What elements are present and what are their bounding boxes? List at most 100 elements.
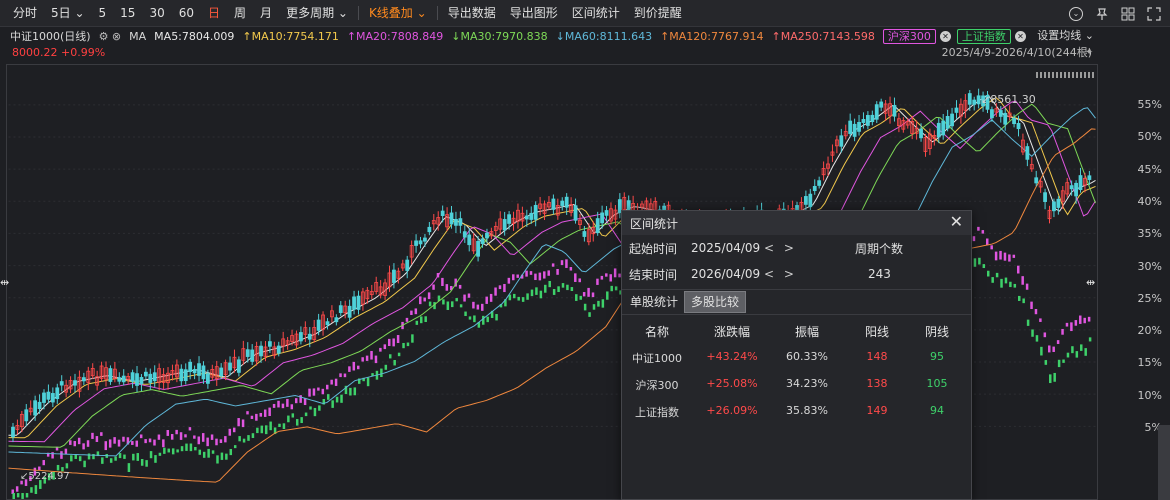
expand-icon[interactable]: [1146, 6, 1162, 22]
period-tab-1[interactable]: 5日 ⌄: [44, 0, 92, 27]
header-up: 阳线: [864, 325, 889, 339]
overlay-bar-hs300: [529, 271, 533, 275]
overlay-bar-sh: [521, 297, 525, 302]
overlay-bar-sh: [446, 301, 450, 310]
left-drag-handle-icon[interactable]: ⇹: [0, 276, 9, 289]
remove-overlay-icon[interactable]: ✕: [939, 30, 951, 42]
overlay-bar-hs300: [348, 366, 351, 372]
candle: [197, 363, 201, 376]
overlay-bar-sh: [1066, 352, 1070, 358]
overlay-bar-sh: [973, 258, 977, 267]
overlay-bar-hs300: [990, 245, 993, 250]
period-tab-6[interactable]: 日: [201, 0, 227, 27]
overlay-bar-hs300: [370, 350, 373, 360]
overlay-bar-sh: [207, 448, 210, 458]
overlay-bar-hs300: [613, 268, 617, 278]
overlay-bar-sh: [269, 421, 272, 431]
overlay-bar-hs300: [578, 278, 581, 283]
overlay-bar-hs300: [379, 347, 382, 352]
overlay-bar-hs300: [994, 251, 998, 261]
period-tab-11[interactable]: 导出数据: [441, 0, 503, 27]
period-tab-3[interactable]: 15: [113, 0, 142, 27]
remove-overlay-icon[interactable]: ✕: [1014, 30, 1026, 42]
scrollbar[interactable]: [1158, 425, 1170, 500]
period-tab-14[interactable]: 到价提醒: [627, 0, 689, 27]
overlay-bar-hs300: [600, 275, 604, 280]
candle: [183, 369, 188, 381]
period-tab-4[interactable]: 30: [142, 0, 171, 27]
toolbar-icons: ⌄: [1068, 0, 1162, 27]
period-tab-0[interactable]: 分时: [6, 0, 44, 27]
overlay-bar-hs300: [64, 448, 68, 455]
overlay-bar-sh: [1057, 359, 1061, 368]
pin-icon[interactable]: [1094, 6, 1110, 22]
overlay-tag[interactable]: 上证指数: [956, 28, 1011, 44]
settings-gear-icon[interactable]: ⚙ ⊗: [99, 30, 122, 43]
candle: [325, 321, 330, 326]
overlay-bar-sh: [198, 449, 202, 455]
period-tab-7[interactable]: 周: [227, 0, 253, 27]
candle: [595, 218, 600, 234]
chevron-down-circle-icon[interactable]: ⌄: [1068, 6, 1084, 22]
table-row[interactable]: 上证指数 +26.09% 35.83% 149 94: [622, 398, 971, 425]
overlay-bar-hs300: [396, 335, 400, 344]
table-row[interactable]: 沪深300 +25.08% 34.23% 138 105: [622, 371, 971, 398]
grid-icon[interactable]: [1120, 6, 1136, 22]
pin-small-icon[interactable]: ✦: [1085, 47, 1093, 58]
candle: [551, 198, 556, 210]
toolbar-divider: [436, 6, 438, 20]
start-time-arrows[interactable]: < >: [764, 241, 797, 255]
right-drag-handle-icon[interactable]: ⇹: [1086, 276, 1095, 289]
row-amplitude: 34.23%: [786, 377, 828, 390]
candle: [1074, 182, 1078, 197]
tab-multi-stock[interactable]: 多股比较: [684, 291, 747, 313]
overlay-bar-sh: [1013, 283, 1017, 288]
scroll-indicator[interactable]: [1036, 72, 1096, 78]
ma-value: ↓MA60:8111.643: [555, 29, 653, 43]
end-time-value[interactable]: 2026/04/09: [691, 267, 760, 281]
set-ma-button[interactable]: 设置均线 ⌄: [1037, 27, 1094, 45]
overlay-bar-hs300: [135, 440, 139, 447]
period-tab-5[interactable]: 60: [172, 0, 201, 27]
candle: [179, 368, 184, 382]
candle: [467, 234, 472, 246]
tab-single-stock[interactable]: 单股统计: [624, 292, 684, 312]
overlay-bar-sh: [326, 394, 330, 400]
overlay-bar-sh: [459, 304, 463, 308]
overlay-bar-sh: [415, 320, 419, 325]
candle: [55, 387, 60, 400]
end-time-arrows[interactable]: < >: [764, 267, 797, 281]
start-time-value[interactable]: 2025/04/09: [691, 241, 760, 255]
index-name: 中证1000(日线): [10, 30, 91, 43]
period-tab-9[interactable]: 更多周期 ⌄: [279, 0, 355, 27]
overlay-tag[interactable]: 沪深300: [882, 28, 936, 44]
candle: [462, 231, 467, 238]
overlay-bar-hs300: [467, 293, 471, 298]
period-tab-12[interactable]: 导出图形: [503, 0, 565, 27]
table-row[interactable]: 中证1000 +43.24% 60.33% 148 95: [622, 344, 971, 371]
period-tab-10[interactable]: K线叠加 ⌄: [362, 0, 434, 27]
overlay-bar-hs300: [485, 296, 488, 304]
overlay-bar-hs300: [232, 427, 236, 433]
overlay-bar-sh: [1035, 335, 1039, 342]
period-count-value: 243: [868, 267, 891, 281]
row-change: +43.24%: [706, 350, 758, 363]
axis-tick-label: 50%: [1137, 130, 1162, 144]
candle: [954, 107, 959, 113]
close-icon[interactable]: ✕: [950, 214, 963, 230]
candle: [338, 305, 343, 313]
overlay-bar-hs300: [365, 355, 369, 361]
ma-label: MA: [129, 29, 147, 43]
overlay-bar-hs300: [281, 403, 285, 409]
overlay-bar-sh: [65, 463, 69, 469]
overlay-bar-sh: [225, 453, 228, 460]
overlay-bar-sh: [318, 405, 321, 411]
period-tab-13[interactable]: 区间统计: [565, 0, 627, 27]
overlay-bar-hs300: [547, 270, 550, 276]
period-tab-8[interactable]: 月: [253, 0, 279, 27]
overlay-bar-hs300: [596, 278, 599, 285]
candle: [37, 401, 42, 410]
candle: [976, 95, 981, 105]
ma-legend-bar: 中证1000(日线) ⚙ ⊗ MA MA5:7804.009 ↑MA10:7754.17…: [0, 27, 1170, 45]
period-tab-2[interactable]: 5: [92, 0, 114, 27]
